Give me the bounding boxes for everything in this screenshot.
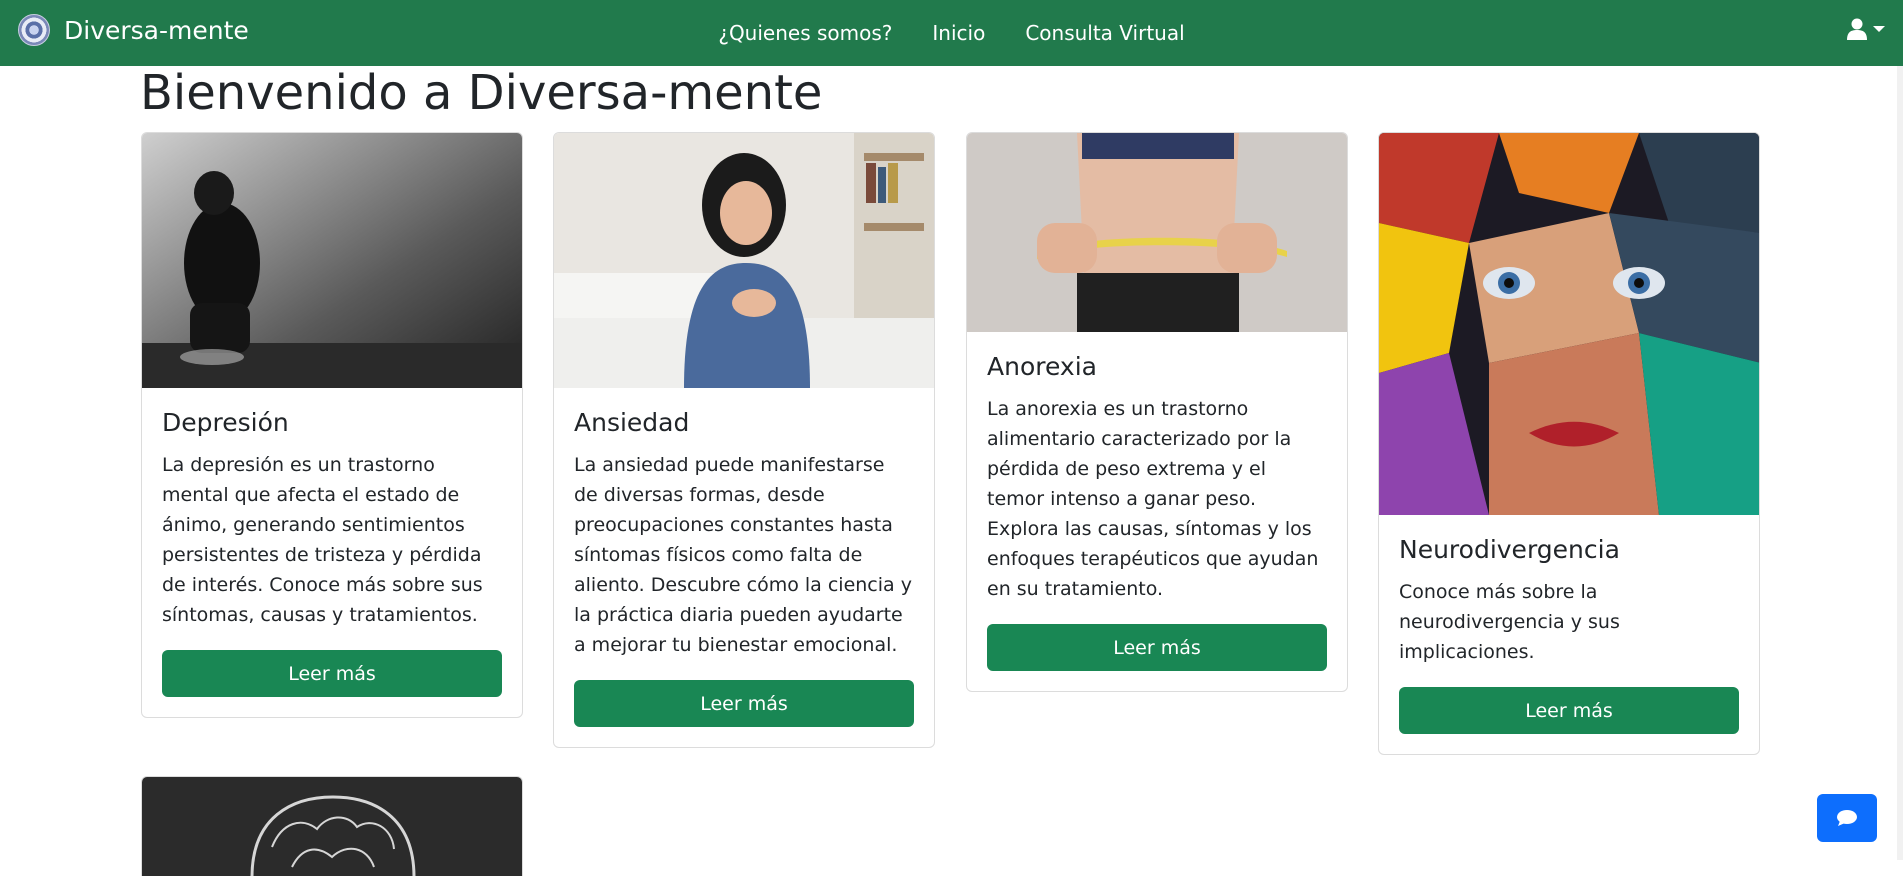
- read-more-button-depresion[interactable]: Leer más: [162, 650, 502, 697]
- read-more-button-anorexia[interactable]: Leer más: [987, 624, 1327, 671]
- card-text: La anorexia es un trastorno alimentario …: [987, 398, 1319, 600]
- brand-logo-icon: [18, 14, 50, 46]
- navbar: Diversa-mente ¿Quienes somos? Inicio Con…: [0, 0, 1903, 66]
- scrollbar[interactable]: [1897, 66, 1903, 860]
- anxiety-photo-icon: [554, 133, 934, 388]
- nav-link-consulta-virtual[interactable]: Consulta Virtual: [1025, 21, 1184, 45]
- chat-button[interactable]: [1817, 794, 1877, 842]
- nav-link-inicio[interactable]: Inicio: [932, 21, 985, 45]
- card-depresion: Depresión La depresión es un trastorno m…: [141, 132, 523, 718]
- chat-icon: [1837, 810, 1857, 826]
- card-ansiedad: Ansiedad La ansiedad puede manifestarse …: [553, 132, 935, 748]
- anorexia-photo-icon: [967, 133, 1347, 332]
- card-body-ansiedad: Ansiedad La ansiedad puede manifestarse …: [554, 388, 934, 747]
- caret-down-icon: [1873, 26, 1885, 32]
- brain-photo-icon: [142, 777, 522, 876]
- card-image-ansiedad: [554, 133, 934, 388]
- brand-link[interactable]: Diversa-mente: [18, 14, 249, 46]
- card-text: La ansiedad puede manifestarse de divers…: [574, 454, 912, 656]
- card-anorexia: Anorexia La anorexia es un trastorno ali…: [966, 132, 1348, 692]
- user-menu-toggle[interactable]: [1847, 18, 1885, 40]
- read-more-button-ansiedad[interactable]: Leer más: [574, 680, 914, 727]
- card-title: Depresión: [162, 408, 289, 437]
- neurodivergence-photo-icon: [1379, 133, 1759, 515]
- card-text: Conoce más sobre la neurodivergencia y s…: [1399, 581, 1620, 663]
- brand-name: Diversa-mente: [64, 15, 249, 45]
- card-body-anorexia: Anorexia La anorexia es un trastorno ali…: [967, 332, 1347, 691]
- card-body-neurodivergencia: Neurodivergencia Conoce más sobre la neu…: [1379, 515, 1759, 754]
- card-image-neurodivergencia: [1379, 133, 1759, 515]
- nav-link-quienes-somos[interactable]: ¿Quienes somos?: [718, 21, 892, 45]
- card-title: Anorexia: [987, 352, 1097, 381]
- user-icon: [1847, 18, 1867, 40]
- card-neurodivergencia: Neurodivergencia Conoce más sobre la neu…: [1378, 132, 1760, 755]
- nav-links: ¿Quienes somos? Inicio Consulta Virtual: [0, 0, 1903, 66]
- card-brain: [141, 776, 523, 876]
- page-title: Bienvenido a Diversa-mente: [140, 65, 823, 121]
- card-image-anorexia: [967, 133, 1347, 332]
- card-image-depresion: [142, 133, 522, 388]
- card-image-brain: [142, 777, 522, 876]
- card-text: La depresión es un trastorno mental que …: [162, 454, 483, 626]
- read-more-button-neurodivergencia[interactable]: Leer más: [1399, 687, 1739, 734]
- depression-photo-icon: [142, 133, 522, 388]
- card-title: Neurodivergencia: [1399, 535, 1620, 564]
- card-body-depresion: Depresión La depresión es un trastorno m…: [142, 388, 522, 717]
- card-title: Ansiedad: [574, 408, 690, 437]
